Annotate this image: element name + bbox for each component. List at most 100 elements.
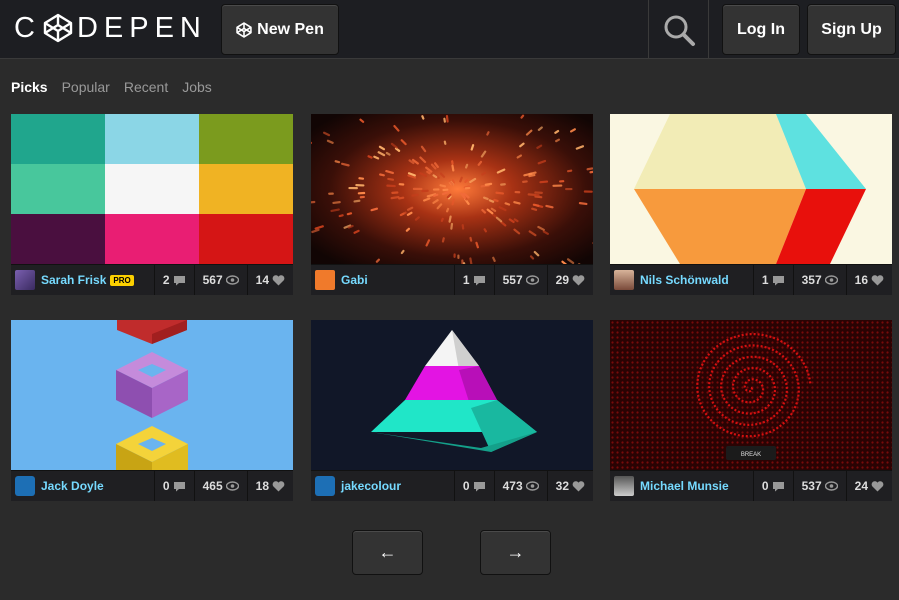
like-count[interactable]: 18 [246,471,293,501]
search-icon [664,15,695,46]
pen-card[interactable]: Nils Schönwald 1 357 16 [610,114,892,295]
tab-recent[interactable]: Recent [124,79,168,95]
like-count[interactable]: 14 [246,265,293,295]
avatar [614,476,634,496]
isometric-boxes-preview [11,320,293,470]
like-count-value: 24 [854,479,868,493]
author-name[interactable]: Nils Schönwald [640,273,729,287]
next-page-button[interactable]: → [480,530,551,575]
like-count-value: 29 [555,273,569,287]
pyramid-preview [311,320,593,470]
eye-icon [525,275,539,285]
pen-meta: Sarah Frisk PRO 2 567 14 [11,264,293,295]
comment-count[interactable]: 1 [453,265,494,295]
like-count[interactable]: 32 [546,471,593,501]
comment-count-value: 0 [462,479,470,493]
like-count[interactable]: 29 [546,265,593,295]
like-count-value: 32 [555,479,569,493]
like-count-value: 14 [255,273,269,287]
view-count-value: 557 [502,273,523,287]
eye-icon [824,481,838,491]
author[interactable]: Nils Schönwald [610,265,753,295]
pen-thumbnail[interactable] [311,320,593,470]
tab-popular[interactable]: Popular [62,79,110,95]
pen-meta: Jack Doyle 0 465 18 [11,470,293,501]
tab-bar: Picks Popular Recent Jobs [11,79,212,95]
view-count: 465 [193,471,247,501]
pen-thumbnail[interactable]: BREAK [610,320,892,470]
author[interactable]: Gabi [311,265,454,295]
geometric-shape-preview [610,114,892,264]
tab-picks[interactable]: Picks [11,79,48,95]
comment-count-value: 0 [761,479,769,493]
comment-count[interactable]: 0 [752,471,793,501]
spiral-preview: BREAK [610,320,892,470]
pen-card[interactable]: Jack Doyle 0 465 18 [11,320,293,501]
heart-icon [871,480,884,491]
author-name[interactable]: Gabi [341,273,368,287]
heart-icon [871,274,884,285]
pen-card[interactable]: Gabi 1 557 29 [311,114,593,295]
comment-count[interactable]: 0 [453,471,494,501]
spiral-caption: BREAK [741,452,761,458]
view-count-value: 567 [202,273,223,287]
eye-icon [225,275,239,285]
author-name[interactable]: Michael Munsie [640,479,729,493]
new-pen-button[interactable]: New Pen [221,4,339,55]
codepen-logo[interactable]: C DEPEN [14,12,207,44]
author[interactable]: Sarah Frisk PRO [11,265,154,295]
pen-thumbnail[interactable] [11,114,293,264]
comment-count-value: 1 [462,273,470,287]
comment-count-value: 0 [162,479,170,493]
author[interactable]: Michael Munsie [610,471,753,501]
comment-count[interactable]: 1 [752,265,793,295]
pen-thumbnail[interactable] [610,114,892,264]
comment-count-value: 2 [162,273,170,287]
comment-count[interactable]: 2 [153,265,194,295]
pen-thumbnail[interactable] [311,114,593,264]
comment-icon [473,275,485,285]
sign-up-button[interactable]: Sign Up [807,4,896,55]
like-count-value: 16 [854,273,868,287]
codepen-cube-icon [236,21,252,38]
eye-icon [824,275,838,285]
view-count: 357 [792,265,846,295]
view-count: 537 [792,471,846,501]
tab-jobs[interactable]: Jobs [182,79,212,95]
comment-icon [772,481,784,491]
comment-count-value: 1 [761,273,769,287]
log-in-button[interactable]: Log In [722,4,800,55]
like-count[interactable]: 24 [845,471,892,501]
like-count[interactable]: 16 [845,265,892,295]
comment-icon [772,275,784,285]
comment-count[interactable]: 0 [153,471,194,501]
pen-card[interactable]: Sarah Frisk PRO 2 567 14 [11,114,293,295]
comment-icon [173,481,185,491]
author[interactable]: Jack Doyle [11,471,154,501]
heart-icon [272,274,285,285]
avatar [614,270,634,290]
new-pen-label: New Pen [257,20,324,38]
right-arrow-icon: → [506,542,525,562]
pen-thumbnail[interactable] [11,320,293,470]
pen-card[interactable]: jakecolour 0 473 32 [311,320,593,501]
logo-text: DEPEN [76,11,207,44]
logo-letter: C [14,11,41,44]
pen-card[interactable]: BREAK Michael Munsie 0 537 24 [610,320,892,501]
view-count: 557 [493,265,547,295]
pen-meta: Gabi 1 557 29 [311,264,593,295]
search-button[interactable] [648,0,709,59]
author-name[interactable]: Jack Doyle [41,479,104,493]
previous-page-button[interactable]: ← [352,530,423,575]
view-count-value: 537 [801,479,822,493]
author-name[interactable]: jakecolour [341,479,401,493]
comment-icon [473,481,485,491]
avatar [315,476,335,496]
comment-icon [173,275,185,285]
avatar [315,270,335,290]
author-name[interactable]: Sarah Frisk [41,273,106,287]
pen-meta: Michael Munsie 0 537 24 [610,470,892,501]
author[interactable]: jakecolour [311,471,454,501]
pen-meta: Nils Schönwald 1 357 16 [610,264,892,295]
avatar [15,476,35,496]
